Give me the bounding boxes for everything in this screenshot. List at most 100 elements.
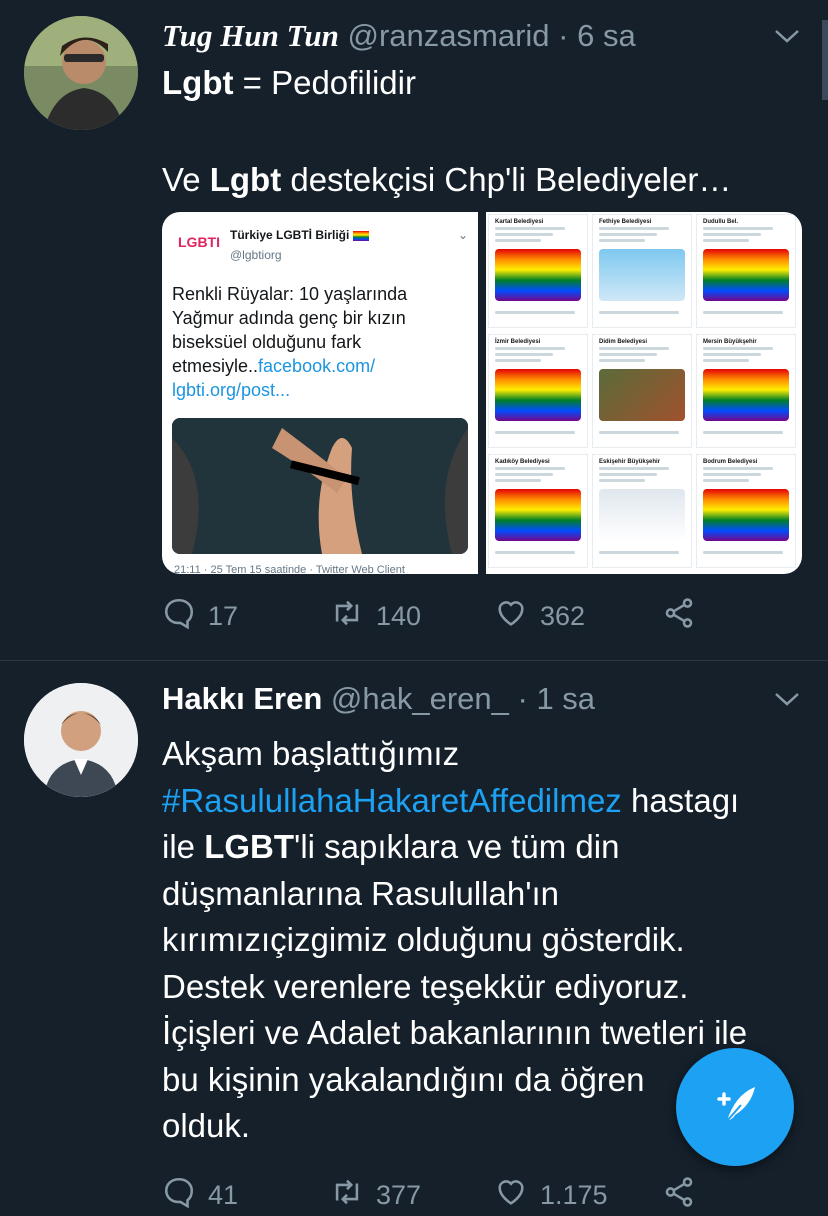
avatar[interactable] [24,683,138,797]
embedded-photo [495,489,581,541]
text-placeholder-line [599,473,657,476]
display-name[interactable]: Hakkı Eren [162,681,322,716]
text-placeholder-line [495,479,541,482]
tweet-line: ile LGBT'li sapıklara ve tüm din [162,824,808,871]
like-button[interactable]: 1.175 [494,1175,608,1216]
text-placeholder-line [495,227,565,230]
text-placeholder-line [599,239,645,242]
like-button[interactable]: 362 [494,596,585,637]
embedded-tweet-footer: 21:11 · 25 Tem 15 saatinde · Twitter Web… [174,564,405,574]
tweet-time[interactable]: 6 sa [577,18,636,53]
text-placeholder-line [495,347,565,350]
embedded-account-name: Eskişehir Büyükşehir [599,459,661,465]
text-placeholder-line [599,479,645,482]
text-placeholder-line [495,239,541,242]
line-text: ile [162,828,205,865]
chevron-down-icon: ⌄ [457,228,468,242]
embedded-tweet-card: Bodrum Belediyesi [696,454,796,568]
separator-dot: · [517,681,528,716]
bold-word: Lgbt [162,64,234,101]
text-placeholder-line [599,359,645,362]
text-placeholder-line [495,359,541,362]
retweet-button[interactable]: 140 [330,596,421,637]
reply-button[interactable]: 41 [162,1175,238,1216]
tweet-text: Lgbt = Pedofilidir Ve Lgbt destekçisi Ch… [162,60,808,203]
embedded-photo [495,369,581,421]
media-screenshot-left[interactable]: LGBTI Türkiye LGBTİ Birliği @lgbtiorg ⌄ … [162,212,478,574]
embedded-tweet-card: Didim Belediyesi [592,334,692,448]
embedded-photo [172,418,468,554]
like-count: 362 [540,601,586,631]
reply-count: 41 [208,1180,239,1210]
tweet-time[interactable]: 1 sa [536,681,595,716]
caret-down-icon[interactable] [774,20,800,51]
user-handle[interactable]: @ranzasmarid [348,18,550,53]
tweet-line: İçişleri ve Adalet bakanlarının twetleri… [162,1014,748,1051]
reply-button[interactable]: 17 [162,596,238,637]
embedded-tweet-text: Renkli Rüyalar: 10 yaşlarında Yağmur adı… [172,284,408,400]
embedded-account-name: Bodrum Belediyesi [703,459,758,465]
text-placeholder-line [703,227,773,230]
embedded-tweet-card: Mersin Büyükşehir [696,334,796,448]
tweet-header: Hakkı Eren @hak_eren_ · 1 sa [162,681,768,717]
action-bar-placeholder [599,311,679,314]
lgbti-logo: LGBTI [178,234,220,250]
embedded-account-name: Didim Belediyesi [599,339,648,345]
action-bar-placeholder [703,551,783,554]
line-text: Ve [162,160,210,198]
tweet-actions: 41 377 1.175 [162,1175,808,1215]
embedded-tweet-card: Eskişehir Büyükşehir [592,454,692,568]
bold-word: Lgbt [209,160,282,198]
tweet-actions: 17 140 362 [162,596,808,636]
retweet-count: 377 [376,1180,422,1210]
action-bar-placeholder [599,431,679,434]
share-button[interactable] [662,1175,696,1216]
caret-down-icon[interactable] [774,683,800,714]
share-icon [662,1175,696,1216]
embedded-tweet-header: LGBTI Türkiye LGBTİ Birliği @lgbtiorg ⌄ [174,226,474,276]
retweet-icon [330,1175,364,1216]
text-placeholder-line [703,239,749,242]
share-icon [662,596,696,637]
embedded-account-name: İzmir Belediyesi [495,339,541,345]
line-text: = Pedofilidir [233,64,416,101]
text-placeholder-line [599,227,669,230]
retweet-button[interactable]: 377 [330,1175,421,1216]
hashtag-link[interactable]: #RasulullahaHakaretAffedilmez [162,782,622,819]
action-bar-placeholder [599,551,679,554]
separator-dot: · [558,18,569,53]
tweet-line: Akşam başlattığımız [162,735,460,772]
action-bar-placeholder [495,551,575,554]
compose-tweet-button[interactable] [676,1048,794,1166]
tweet-line: düşmanlarına Rasulullah'ın [162,874,560,912]
like-icon [494,596,528,637]
display-name[interactable]: Tug Hun Tun [162,18,339,53]
tweet-line: Lgbt = Pedofilidir [162,60,808,107]
embedded-tweet-card: Dudullu Bel. [696,214,796,328]
avatar[interactable] [24,16,138,130]
text-placeholder-line [703,359,749,362]
bold-word: LGBT [204,828,295,865]
embedded-account-name: Mersin Büyükşehir [703,339,757,345]
user-handle[interactable]: @hak_eren_ [331,681,509,716]
embedded-account-name: Kartal Belediyesi [495,219,544,225]
embedded-photo [703,369,789,421]
text-placeholder-line [599,467,669,470]
text-placeholder-line [703,233,761,236]
like-icon [494,1175,528,1216]
embedded-account-name: Dudullu Bel. [703,219,738,225]
tweet-media[interactable]: LGBTI Türkiye LGBTİ Birliği @lgbtiorg ⌄ … [162,212,802,574]
action-bar-placeholder [703,431,783,434]
embedded-photo [599,369,685,421]
embedded-account-handle: @lgbtiorg [230,248,282,262]
like-count: 1.175 [540,1180,608,1210]
embedded-tweet-card: Kadıköy Belediyesi [488,454,588,568]
text-placeholder-line [495,473,553,476]
tweet[interactable]: Tug Hun Tun @ranzasmarid · 6 sa Lgbt = P… [0,0,828,661]
text-placeholder-line [703,479,749,482]
text-placeholder-line [703,467,773,470]
text-placeholder-line [599,353,657,356]
embedded-tweet-card: Kartal Belediyesi [488,214,588,328]
media-screenshot-right[interactable]: Kartal Belediyesi Fethiye Belediyesi Dudul… [486,212,802,574]
share-button[interactable] [662,596,696,637]
